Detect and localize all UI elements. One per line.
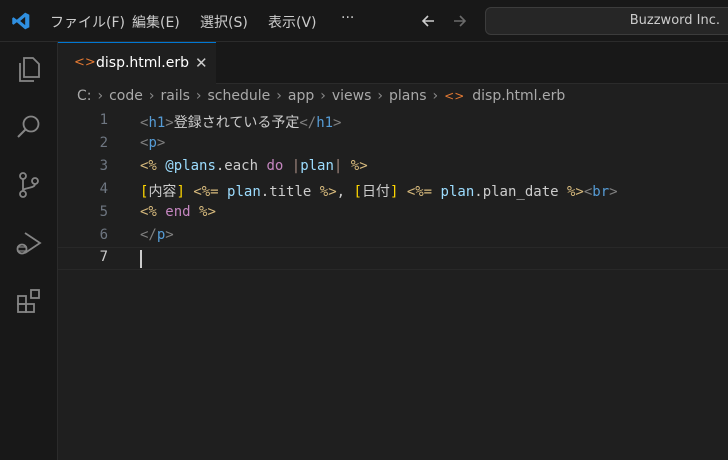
- tab-disp-html-erb[interactable]: <> disp.html.erb ✕: [58, 42, 216, 84]
- search-icon[interactable]: [14, 112, 44, 142]
- tab-label: disp.html.erb: [96, 55, 190, 71]
- code-line: 6 </p>: [58, 225, 728, 248]
- line-text: <p>: [140, 135, 166, 151]
- breadcrumb-item[interactable]: schedule: [208, 88, 271, 104]
- chevron-right-icon: ›: [148, 88, 155, 104]
- menu-file[interactable]: ファイル(F): [50, 12, 125, 32]
- breadcrumb-item[interactable]: code: [109, 88, 143, 104]
- chevron-right-icon: ›: [377, 88, 383, 104]
- line-number: 5: [99, 204, 108, 220]
- line-number: 6: [99, 227, 108, 243]
- search-label: Buzzword Inc.: [629, 13, 720, 28]
- code-line: 2 <p>: [58, 133, 728, 156]
- code-line: 1 <h1>登録されている予定</h1>: [58, 110, 728, 133]
- forward-arrow-icon[interactable]: [451, 12, 469, 30]
- line-text: <h1>登録されている予定</h1>: [140, 115, 342, 131]
- line-number: 2: [99, 135, 108, 151]
- title-bar: ファイル(F) 編集(E) 選択(S) 表示(V) ··· Buzzword I…: [0, 0, 728, 42]
- line-number: 1: [99, 112, 108, 128]
- more-menu-icon[interactable]: ···: [341, 10, 354, 26]
- code-editor[interactable]: 1 <h1>登録されている予定</h1> 2 <p> 3 <% @plans.e…: [58, 110, 728, 460]
- menu-edit[interactable]: 編集(E): [132, 12, 180, 32]
- breadcrumb-item[interactable]: views: [332, 88, 372, 104]
- line-number: 4: [99, 181, 108, 197]
- code-line: 3 <% @plans.each do |plan| %>: [58, 156, 728, 179]
- line-number: 7: [99, 249, 108, 265]
- breadcrumb-item[interactable]: app: [288, 88, 314, 104]
- breadcrumb-item[interactable]: rails: [160, 88, 189, 104]
- breadcrumb: C: › code › rails › schedule › app › views › plans › <…: [58, 84, 728, 110]
- menu-selection[interactable]: 選択(S): [200, 12, 248, 32]
- line-text: </p>: [140, 227, 174, 243]
- erb-file-icon: <>: [444, 89, 465, 103]
- chevron-right-icon: ›: [97, 88, 104, 104]
- line-text: <% end %>: [140, 204, 216, 220]
- chevron-right-icon: ›: [276, 88, 282, 104]
- vscode-logo-icon: [12, 12, 30, 30]
- command-center-search[interactable]: Buzzword Inc.: [485, 7, 728, 35]
- explorer-icon[interactable]: [14, 54, 44, 84]
- code-line: 4 [内容] <%= plan.title %>, [日付] <%= plan.…: [58, 179, 728, 202]
- chevron-right-icon: ›: [320, 88, 326, 104]
- breadcrumb-item[interactable]: disp.html.erb: [472, 88, 565, 104]
- breadcrumb-item[interactable]: C:: [77, 88, 92, 104]
- activity-bar: [0, 42, 58, 460]
- editor-tab-bar: <> disp.html.erb ✕: [58, 42, 728, 84]
- line-number: 3: [99, 158, 108, 174]
- run-debug-icon[interactable]: [14, 228, 44, 258]
- chevron-right-icon: ›: [432, 88, 439, 104]
- breadcrumb-item[interactable]: plans: [389, 88, 427, 104]
- source-control-icon[interactable]: [14, 170, 44, 200]
- extensions-icon[interactable]: [14, 286, 44, 316]
- text-cursor: [140, 250, 142, 268]
- chevron-right-icon: ›: [195, 88, 202, 104]
- erb-file-icon: <>: [74, 55, 96, 70]
- back-arrow-icon[interactable]: [419, 12, 437, 30]
- close-icon[interactable]: ✕: [195, 54, 208, 72]
- code-line: 5 <% end %>: [58, 202, 728, 225]
- code-line-current: 7: [58, 247, 728, 270]
- line-text: [内容] <%= plan.title %>, [日付] <%= plan.pl…: [140, 184, 618, 200]
- line-text: <% @plans.each do |plan| %>: [140, 158, 368, 174]
- menu-view[interactable]: 表示(V): [268, 12, 317, 32]
